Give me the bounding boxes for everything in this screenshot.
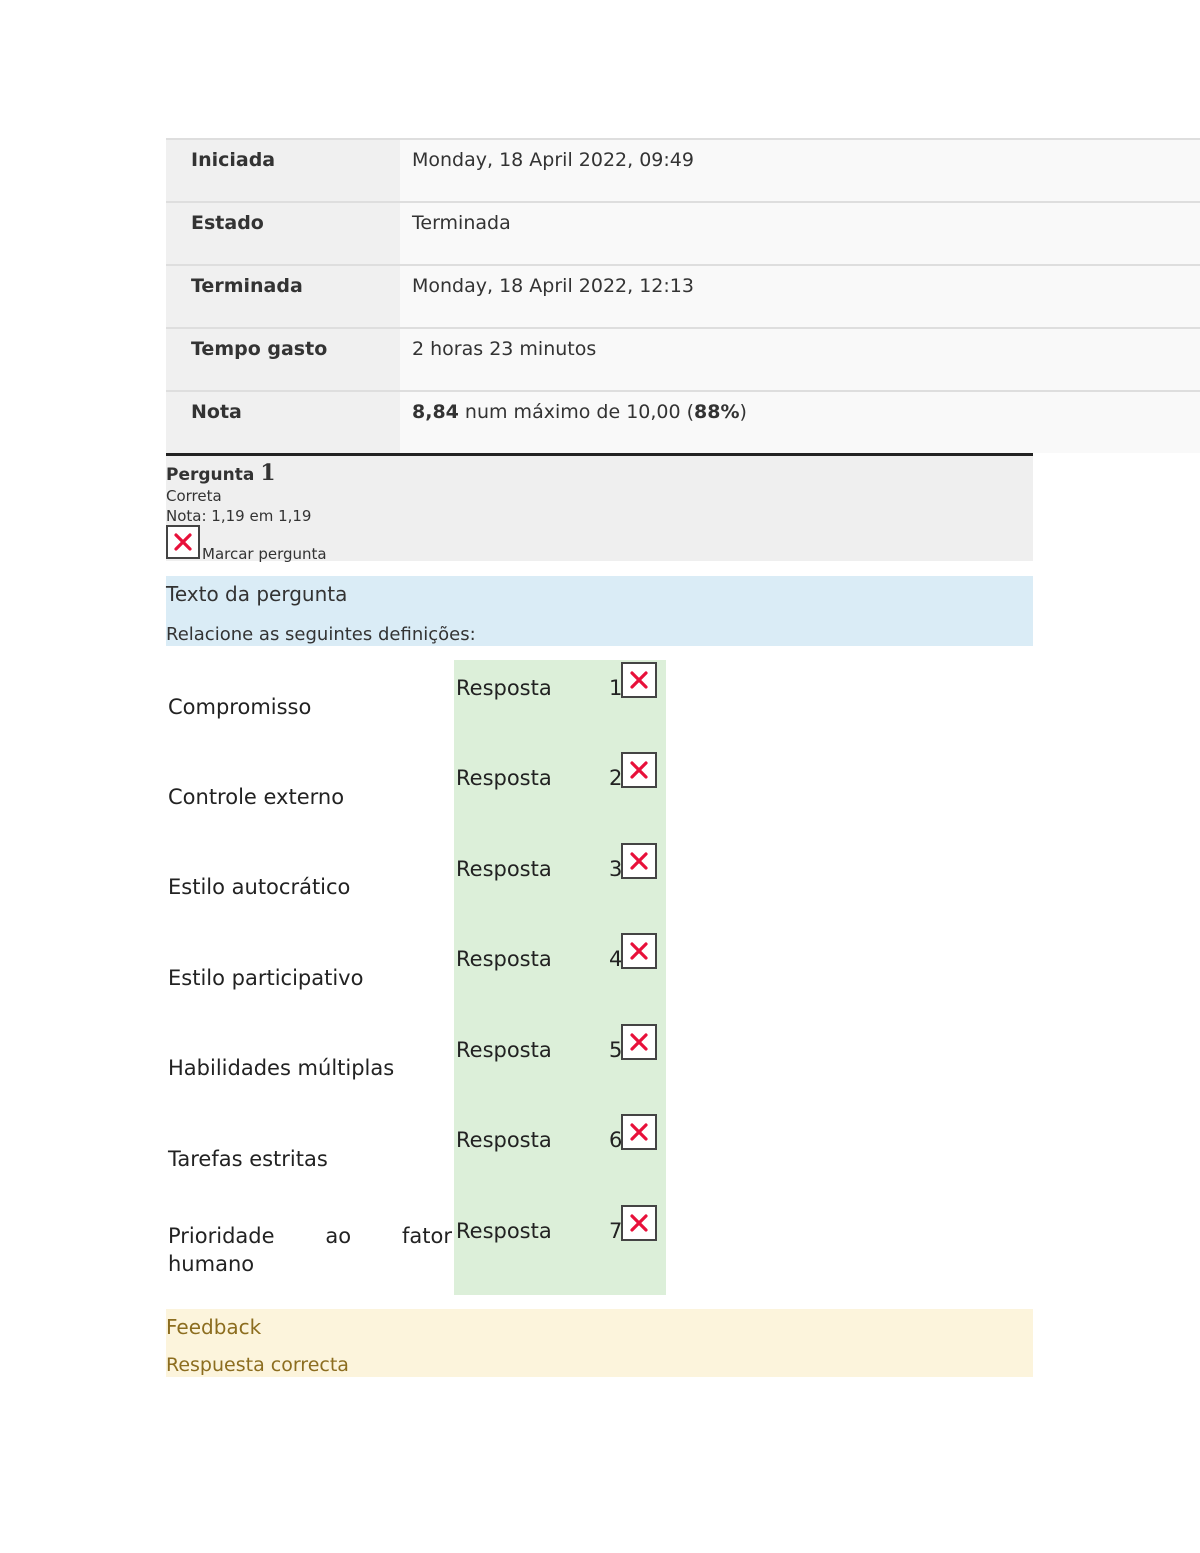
grade-max-text: num máximo de 10,00 ( bbox=[458, 401, 695, 423]
answer-row: Habilidades múltiplas Resposta 5 bbox=[166, 1022, 666, 1112]
answer-select-icon[interactable] bbox=[621, 933, 657, 969]
answer-term: Estilo participativo bbox=[168, 966, 364, 990]
answer-response-label: Resposta bbox=[456, 766, 552, 790]
question-info: Pergunta 1 Correta Nota: 1,19 em 1,19 Ma… bbox=[166, 453, 1033, 563]
answer-select-icon[interactable] bbox=[621, 843, 657, 879]
answer-row: Controle externo Resposta 2 bbox=[166, 750, 666, 840]
broken-image-icon bbox=[174, 533, 192, 551]
feedback-panel: Feedback Respuesta correcta bbox=[166, 1309, 1033, 1377]
question-text-heading: Texto da pergunta bbox=[166, 582, 348, 606]
answer-response-label: Resposta bbox=[456, 947, 552, 971]
broken-image-icon bbox=[630, 1123, 648, 1141]
broken-image-icon bbox=[630, 852, 648, 870]
matching-answers: Compromisso Resposta 1 Controle externo … bbox=[166, 660, 666, 1295]
answer-response-label: Resposta bbox=[456, 1128, 552, 1152]
answer-row: Prioridade ao fator humano Resposta 7 bbox=[166, 1203, 666, 1293]
answer-select-icon[interactable] bbox=[621, 662, 657, 698]
answer-row: Tarefas estritas Resposta 6 bbox=[166, 1112, 666, 1202]
grade-percent: 88% bbox=[694, 401, 740, 423]
answer-row: Estilo participativo Resposta 4 bbox=[166, 931, 666, 1021]
summary-label: Tempo gasto bbox=[166, 329, 400, 390]
feedback-heading: Feedback bbox=[166, 1315, 262, 1339]
flag-question-link[interactable]: Marcar pergunta bbox=[202, 545, 327, 563]
question-text-panel: Texto da pergunta Relacione as seguintes… bbox=[166, 576, 1033, 646]
answer-term: Controle externo bbox=[168, 785, 345, 809]
broken-image-icon bbox=[630, 942, 648, 960]
answer-response-label: Resposta bbox=[456, 1219, 552, 1243]
summary-label: Estado bbox=[166, 203, 400, 264]
answer-term: Tarefas estritas bbox=[168, 1147, 328, 1171]
grade-score: 8,84 bbox=[412, 401, 459, 423]
question-number-value: 1 bbox=[260, 460, 276, 486]
broken-image-icon bbox=[630, 671, 648, 689]
flag-question-icon[interactable] bbox=[166, 525, 200, 559]
question-grade: Nota: 1,19 em 1,19 bbox=[166, 507, 312, 525]
answer-response-label: Resposta bbox=[456, 857, 552, 881]
attempt-summary-table: Iniciada Monday, 18 April 2022, 09:49 Es… bbox=[166, 138, 1200, 453]
answer-select-icon[interactable] bbox=[621, 1205, 657, 1241]
broken-image-icon bbox=[630, 1214, 648, 1232]
summary-row-grade: Nota 8,84 num máximo de 10,00 (88%) bbox=[166, 390, 1200, 453]
answer-term: Prioridade ao fator humano bbox=[168, 1224, 452, 1276]
feedback-text: Respuesta correcta bbox=[166, 1354, 349, 1376]
summary-value: Terminada bbox=[400, 203, 1200, 264]
summary-value: 2 horas 23 minutos bbox=[400, 329, 1200, 390]
answer-select-icon[interactable] bbox=[621, 1114, 657, 1150]
answer-response-label: Resposta bbox=[456, 676, 552, 700]
grade-close-paren: ) bbox=[739, 401, 747, 423]
summary-label: Iniciada bbox=[166, 140, 400, 201]
question-state: Correta bbox=[166, 487, 222, 505]
answer-select-icon[interactable] bbox=[621, 1024, 657, 1060]
question-number: Pergunta 1 bbox=[166, 460, 276, 486]
question-label: Pergunta bbox=[166, 465, 261, 485]
answer-term: Compromisso bbox=[168, 695, 312, 719]
summary-row-time-taken: Tempo gasto 2 horas 23 minutos bbox=[166, 327, 1200, 390]
answer-row: Estilo autocrático Resposta 3 bbox=[166, 841, 666, 931]
summary-value: Monday, 18 April 2022, 12:13 bbox=[400, 266, 1200, 327]
answer-select-icon[interactable] bbox=[621, 752, 657, 788]
summary-row-started: Iniciada Monday, 18 April 2022, 09:49 bbox=[166, 138, 1200, 201]
answer-term: Habilidades múltiplas bbox=[168, 1056, 395, 1080]
answer-response-label: Resposta bbox=[456, 1038, 552, 1062]
summary-row-state: Estado Terminada bbox=[166, 201, 1200, 264]
question-prompt: Relacione as seguintes definições: bbox=[166, 624, 476, 645]
summary-value: Monday, 18 April 2022, 09:49 bbox=[400, 140, 1200, 201]
answer-row: Compromisso Resposta 1 bbox=[166, 660, 666, 750]
summary-grade-value: 8,84 num máximo de 10,00 (88%) bbox=[400, 392, 1200, 453]
broken-image-icon bbox=[630, 1033, 648, 1051]
summary-label: Terminada bbox=[166, 266, 400, 327]
summary-row-completed: Terminada Monday, 18 April 2022, 12:13 bbox=[166, 264, 1200, 327]
broken-image-icon bbox=[630, 761, 648, 779]
summary-label: Nota bbox=[166, 392, 400, 453]
answer-term: Estilo autocrático bbox=[168, 875, 351, 899]
